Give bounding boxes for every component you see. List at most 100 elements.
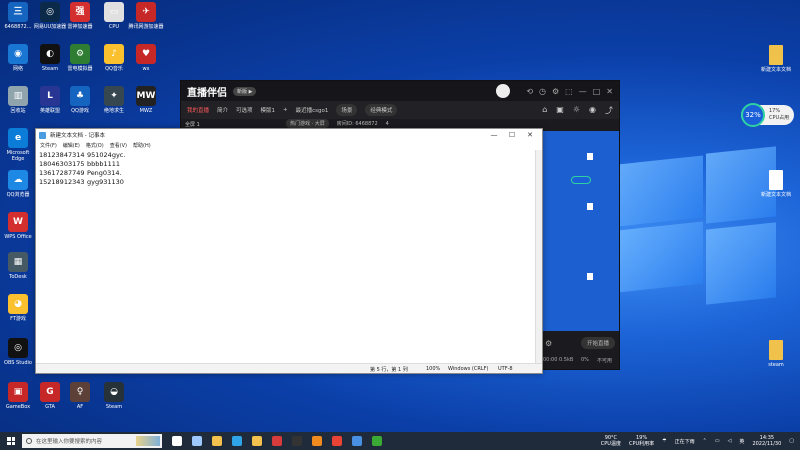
desktop-icon[interactable]: ▥ 回收站 bbox=[0, 86, 36, 114]
desktop-icon[interactable]: ⚙ 雷电模拟器 bbox=[62, 44, 98, 72]
app-orange-icon[interactable] bbox=[312, 436, 322, 446]
notepad-window[interactable]: 新建文本文档 - 记事本 — ☐ ✕ 文件(F) 编辑(E) 格式(O) 查看(… bbox=[35, 128, 543, 374]
desktop-icon[interactable]: 三 6468872... bbox=[0, 2, 36, 30]
task-view-icon[interactable] bbox=[192, 436, 202, 446]
weather-icon[interactable]: ☂ bbox=[662, 438, 666, 444]
app-icon: ◕ bbox=[8, 294, 28, 314]
brightness-icon[interactable]: ☼ bbox=[573, 105, 580, 116]
notepad-statusbar: 第 5 行，第 1 列 100% Windows (CRLF) UTF-8 bbox=[36, 363, 542, 373]
desktop-icon[interactable]: 新建文本文档 bbox=[758, 45, 794, 73]
desktop-icon-label: 雷电模拟器 bbox=[67, 66, 93, 72]
desktop-icon[interactable]: MW MWZ bbox=[128, 86, 164, 114]
cpu-usage[interactable]: 19% CPU利用率 bbox=[629, 435, 654, 447]
app-green-icon[interactable] bbox=[372, 436, 382, 446]
gauge-line2: CPU占用 bbox=[769, 115, 790, 121]
taskbar-search[interactable]: 在这里输入你要搜索的内容 bbox=[22, 434, 162, 448]
start-button[interactable] bbox=[0, 432, 22, 450]
menu-view[interactable]: 查看(V) bbox=[110, 142, 127, 149]
desktop-icon[interactable]: steam bbox=[758, 340, 794, 368]
desktop-icon[interactable]: ♥ wx bbox=[128, 44, 164, 72]
live-titlebar[interactable]: 直播伴侣 新版 ▶ ⟲ ◷ ⚙ ⬚ — □ ✕ bbox=[181, 81, 619, 101]
app-icon: G bbox=[40, 382, 60, 402]
share-icon[interactable]: ⤴ bbox=[605, 105, 613, 116]
cpu-temp[interactable]: 90°C CPU温度 bbox=[601, 435, 621, 447]
desktop-icon[interactable]: ♣ QQ游戏 bbox=[62, 86, 98, 114]
settings-icon[interactable]: ⚙ bbox=[545, 339, 552, 348]
desktop-icon[interactable]: ▣ GameBox bbox=[0, 382, 36, 410]
app-red-icon[interactable] bbox=[272, 436, 282, 446]
tab-template[interactable]: 模版1 bbox=[261, 106, 276, 114]
gear-icon[interactable]: ⚙ bbox=[552, 87, 559, 96]
chevron-up-icon[interactable]: ⌃ bbox=[703, 438, 707, 444]
app-icon: ▦ bbox=[8, 252, 28, 272]
layout-icon[interactable]: ▣ bbox=[556, 105, 564, 116]
notepad-titlebar[interactable]: 新建文本文档 - 记事本 — ☐ ✕ bbox=[36, 129, 542, 141]
desktop-icon[interactable]: ♪ QQ音乐 bbox=[96, 44, 132, 72]
start-live-button[interactable]: 开始直播 bbox=[581, 337, 616, 349]
vertical-scrollbar[interactable] bbox=[535, 150, 542, 363]
app-icon: ◐ bbox=[40, 44, 60, 64]
ime-icon[interactable]: 英 bbox=[739, 438, 744, 445]
maximize-icon[interactable]: □ bbox=[593, 87, 601, 96]
close-button[interactable]: ✕ bbox=[521, 131, 539, 139]
desktop-icon[interactable]: ☁ QQ浏览器 bbox=[0, 170, 36, 198]
desktop-icon[interactable]: ◕ FT游戏 bbox=[0, 294, 36, 322]
minimize-icon[interactable]: — bbox=[579, 87, 587, 96]
window-icon[interactable]: ⬚ bbox=[565, 87, 573, 96]
menu-file[interactable]: 文件(F) bbox=[40, 142, 57, 149]
line-password-value: 951024gyc. bbox=[87, 151, 126, 159]
weather-text[interactable]: 正在下雨 bbox=[675, 438, 695, 445]
desktop-icon[interactable]: ◒ Steam bbox=[96, 382, 132, 410]
desktop-icon[interactable]: ◉ 网络 bbox=[0, 44, 36, 72]
desktop-icon[interactable]: 新建文本文档 bbox=[758, 170, 794, 198]
desktop-icon[interactable]: ✦ 绝地求生 bbox=[96, 86, 132, 114]
edge-icon[interactable] bbox=[232, 436, 242, 446]
app-blue-icon[interactable] bbox=[352, 436, 362, 446]
notification-icon[interactable]: ▢ bbox=[789, 438, 794, 444]
menu-edit[interactable]: 编辑(E) bbox=[63, 142, 80, 149]
live-toolbar: ⟲ ◷ ⚙ ⬚ — □ ✕ bbox=[496, 84, 613, 98]
desktop-icon[interactable]: W WPS Office bbox=[0, 212, 36, 240]
files-icon[interactable] bbox=[212, 436, 222, 446]
desktop-icon[interactable]: ▦ ToDesk bbox=[0, 252, 36, 280]
stream-preview[interactable] bbox=[543, 131, 619, 331]
app-red2-icon[interactable] bbox=[332, 436, 342, 446]
menu-help[interactable]: 帮助(H) bbox=[133, 142, 151, 149]
scene-label: 全屏 1 bbox=[185, 122, 200, 128]
refresh-icon[interactable]: ⟲ bbox=[526, 87, 533, 96]
obs-icon[interactable] bbox=[292, 436, 302, 446]
clock[interactable]: 14:35 2022/11/30 bbox=[752, 435, 781, 447]
clock-icon[interactable]: ◷ bbox=[539, 87, 546, 96]
maximize-button[interactable]: ☐ bbox=[503, 131, 521, 139]
home-icon[interactable]: ⌂ bbox=[542, 105, 547, 116]
classic-mode-pill[interactable]: 经典模式 bbox=[365, 104, 398, 116]
notepad-text-area[interactable]: 18123847314 951024gyc. 18046303175 bbbb111… bbox=[39, 151, 125, 187]
desktop-icon[interactable]: e Microsoft Edge bbox=[0, 128, 36, 162]
desktop-icon-label: 绝地求生 bbox=[103, 108, 124, 114]
desktop-icon[interactable]: ▭ CPU bbox=[96, 2, 132, 30]
cortana-icon[interactable] bbox=[172, 436, 182, 446]
cpu-gauge-widget[interactable]: 32% 17% CPU占用 bbox=[741, 103, 794, 127]
viewer-count: 4 bbox=[385, 120, 389, 127]
network-icon[interactable]: ▭ bbox=[715, 438, 720, 444]
tab-options[interactable]: 可选项 bbox=[236, 106, 253, 114]
scene-pill[interactable]: 场景 bbox=[336, 104, 358, 116]
desktop-icon[interactable]: 强雷神加速器 bbox=[62, 2, 98, 30]
volume-icon[interactable]: ◁ bbox=[728, 438, 732, 444]
desktop-icon[interactable]: ✈ 腾讯网游加速器 bbox=[128, 2, 164, 30]
text-line: 18123847314 951024gyc. bbox=[39, 151, 125, 160]
desktop-icon[interactable]: ♀ AF bbox=[62, 382, 98, 410]
explorer-icon[interactable] bbox=[252, 436, 262, 446]
minimize-button[interactable]: — bbox=[485, 131, 503, 139]
desktop-icon[interactable]: ◎ OBS Studio bbox=[0, 338, 36, 366]
menu-format[interactable]: 格式(O) bbox=[86, 142, 104, 149]
add-tab-button[interactable]: + bbox=[283, 107, 288, 113]
category-pill[interactable]: 热门游戏 · 大屏 bbox=[286, 119, 329, 128]
bell-icon[interactable]: ◉ bbox=[589, 105, 596, 116]
close-icon[interactable]: ✕ bbox=[606, 87, 613, 96]
avatar[interactable] bbox=[496, 84, 511, 98]
tab-my-live[interactable]: 我的直播 bbox=[187, 106, 209, 114]
wallpaper-pane bbox=[706, 222, 776, 305]
version-badge[interactable]: 新版 ▶ bbox=[233, 86, 257, 96]
tab-intro[interactable]: 简介 bbox=[217, 106, 228, 114]
